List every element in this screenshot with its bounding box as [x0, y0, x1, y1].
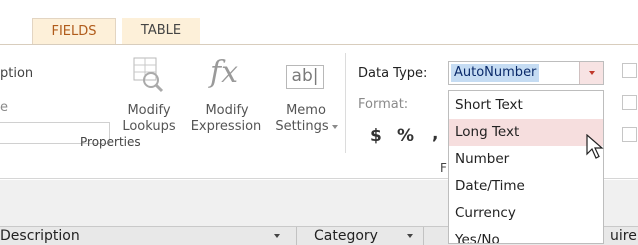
memo-settings-line2: Settings [275, 119, 329, 134]
formatting-group-label-partial: F [440, 161, 447, 175]
data-type-select[interactable]: AutoNumber [448, 61, 604, 85]
data-type-dropdown-list: Short Text Long Text Number Date/Time Cu… [448, 90, 604, 244]
properties-group-label: Properties [80, 135, 141, 149]
column-divider [423, 227, 424, 245]
dropdown-option-yes-no[interactable]: Yes/No [449, 227, 603, 243]
dropdown-button[interactable] [579, 62, 603, 84]
dropdown-option-long-text[interactable]: Long Text [449, 119, 603, 146]
chevron-down-icon [589, 71, 595, 75]
column-divider [296, 227, 297, 245]
fx-icon: fx [210, 55, 239, 90]
memo-icon: ab| [286, 65, 324, 89]
column-header-category[interactable]: Category [314, 228, 378, 244]
dropdown-option-date-time[interactable]: Date/Time [449, 173, 603, 200]
format-label: Format: [358, 97, 409, 112]
modify-lookups-line2: Lookups [122, 119, 176, 134]
currency-format-button[interactable]: $ [370, 126, 382, 146]
percent-format-button[interactable]: % [397, 126, 414, 146]
tab-table[interactable]: TABLE [122, 18, 200, 44]
category-filter-arrow-icon[interactable] [407, 234, 413, 238]
caption-label-partial: ption [0, 66, 34, 81]
description-filter-arrow-icon[interactable] [274, 234, 280, 238]
group-divider [345, 53, 346, 153]
dropdown-option-short-text[interactable]: Short Text [449, 92, 603, 119]
mouse-cursor-icon [586, 134, 604, 159]
lookups-icon [133, 57, 164, 93]
chevron-down-icon [332, 125, 338, 129]
column-header-required-partial[interactable]: uire [610, 228, 637, 244]
memo-settings-button[interactable]: ab| Memo Settings [270, 53, 342, 153]
modify-expression-line2: Expression [190, 119, 262, 134]
unique-checkbox[interactable] [622, 95, 637, 110]
name-label-partial: e [0, 100, 8, 115]
modify-expression-button[interactable]: fx Modify Expression [188, 53, 266, 153]
data-type-selected-value: AutoNumber [451, 64, 540, 82]
indexed-checkbox[interactable] [622, 127, 637, 142]
column-header-description[interactable]: Description [0, 228, 80, 244]
ribbon-tab-strip: FIELDS TABLE [0, 0, 638, 44]
comma-format-button[interactable]: , [432, 124, 438, 144]
required-checkbox[interactable] [622, 63, 637, 78]
dropdown-option-number[interactable]: Number [449, 146, 603, 173]
tab-fields[interactable]: FIELDS [32, 18, 116, 44]
data-type-label: Data Type: [358, 66, 428, 81]
memo-settings-line1: Memo [286, 103, 326, 118]
dropdown-option-currency[interactable]: Currency [449, 200, 603, 227]
modify-lookups-line1: Modify [127, 103, 171, 118]
modify-expression-line1: Modify [205, 103, 249, 118]
